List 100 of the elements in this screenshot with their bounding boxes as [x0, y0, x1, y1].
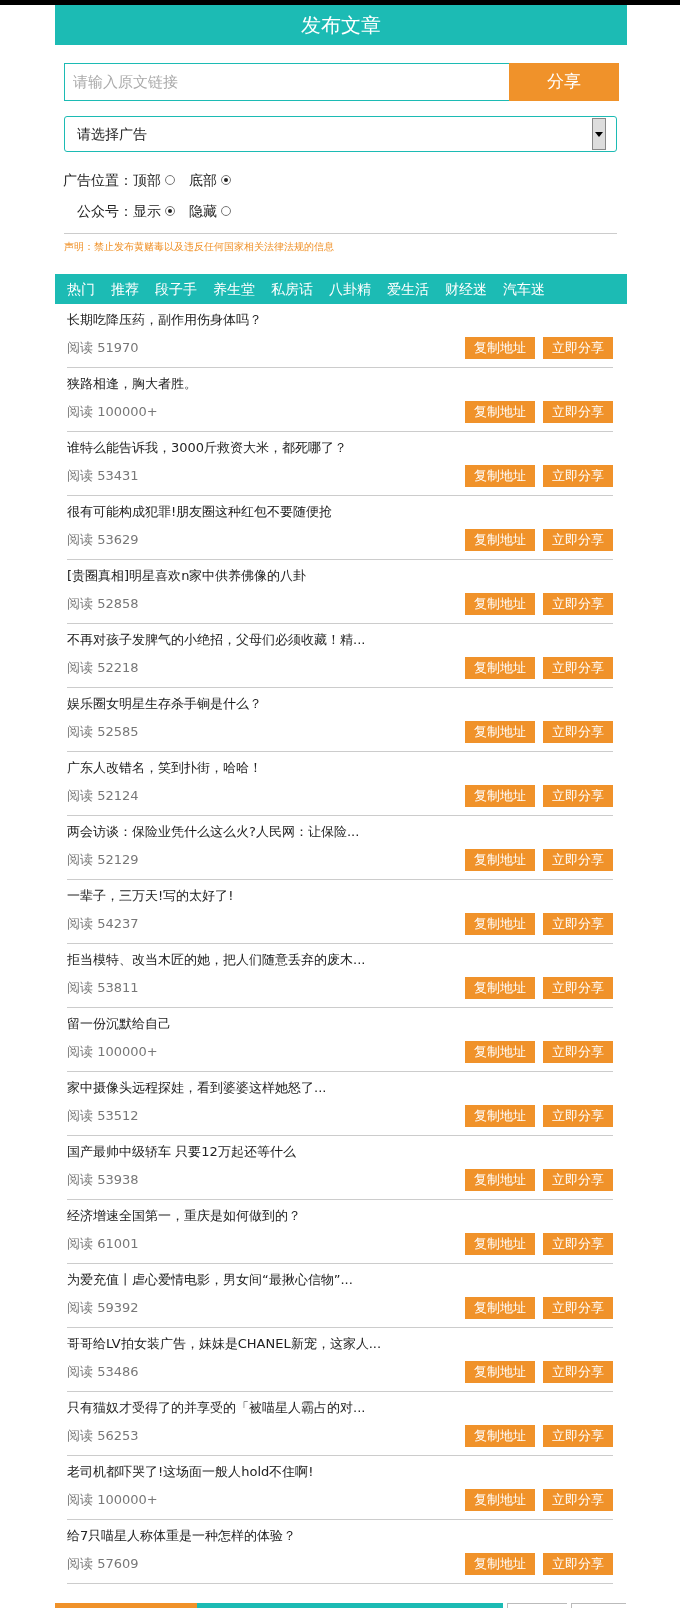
category-tab[interactable]: 汽车迷	[497, 278, 551, 300]
share-now-button[interactable]: 立即分享	[543, 913, 613, 935]
share-now-button[interactable]: 立即分享	[543, 977, 613, 999]
radio-button[interactable]	[165, 175, 175, 185]
read-count: 阅读 100000+	[67, 403, 159, 422]
article-title[interactable]: 两会访谈：保险业凭什么这么火?人民网：让保险...	[67, 822, 613, 842]
read-count: 阅读 53938	[67, 1171, 140, 1190]
article-title[interactable]: 经济增速全国第一，重庆是如何做到的？	[67, 1206, 613, 1226]
article-title[interactable]: 拒当模特、改当木匠的她，把人们随意丢弃的废木...	[67, 950, 613, 970]
share-now-button[interactable]: 立即分享	[543, 721, 613, 743]
category-tab[interactable]: 私房话	[265, 278, 319, 300]
article-title[interactable]: 谁特么能告诉我，3000斤救资大米，都死哪了？	[67, 438, 613, 458]
article-title[interactable]: 留一份沉默给自己	[67, 1014, 613, 1034]
radio-group-label: 公众号：	[77, 201, 133, 221]
copy-link-button[interactable]: 复制地址	[465, 913, 535, 935]
radio-group-label: 广告位置：	[63, 170, 133, 190]
bottom-nav-tab[interactable]	[507, 1603, 567, 1608]
ad-select-dropdown[interactable]: 请选择广告	[64, 116, 617, 152]
copy-link-button[interactable]: 复制地址	[465, 465, 535, 487]
article-title[interactable]: 很有可能构成犯罪!朋友圈这种红包不要随便抢	[67, 502, 613, 522]
copy-link-button[interactable]: 复制地址	[465, 849, 535, 871]
share-now-button[interactable]: 立即分享	[543, 465, 613, 487]
share-button[interactable]: 分享	[509, 63, 619, 101]
copy-link-button[interactable]: 复制地址	[465, 1361, 535, 1383]
category-tab[interactable]: 财经迷	[439, 278, 493, 300]
article-title[interactable]: 为爱充值丨虐心爱情电影，男女间“最揪心信物”...	[67, 1270, 613, 1290]
copy-link-button[interactable]: 复制地址	[465, 1297, 535, 1319]
copy-link-button[interactable]: 复制地址	[465, 977, 535, 999]
read-count: 阅读 61001	[67, 1235, 140, 1254]
read-count: 阅读 100000+	[67, 1043, 159, 1062]
share-now-button[interactable]: 立即分享	[543, 1169, 613, 1191]
share-now-button[interactable]: 立即分享	[543, 657, 613, 679]
radio-button[interactable]	[221, 206, 231, 216]
share-now-button[interactable]: 立即分享	[543, 529, 613, 551]
article-title[interactable]: 狭路相逢，胸大者胜。	[67, 374, 613, 394]
radio-button[interactable]	[165, 206, 175, 216]
read-count: 阅读 56253	[67, 1427, 140, 1446]
copy-link-button[interactable]: 复制地址	[465, 785, 535, 807]
read-count: 阅读 53811	[67, 979, 140, 998]
share-now-button[interactable]: 立即分享	[543, 1041, 613, 1063]
read-count: 阅读 59392	[67, 1299, 140, 1318]
article-title[interactable]: 广东人改错名，笑到扑街，哈哈！	[67, 758, 613, 778]
copy-link-button[interactable]: 复制地址	[465, 1041, 535, 1063]
read-count: 阅读 100000+	[67, 1491, 159, 1510]
radio-label: 底部	[189, 170, 217, 190]
category-tab[interactable]: 热门	[61, 278, 101, 300]
copy-link-button[interactable]: 复制地址	[465, 721, 535, 743]
copy-link-button[interactable]: 复制地址	[465, 1425, 535, 1447]
copy-link-button[interactable]: 复制地址	[465, 1105, 535, 1127]
article-title[interactable]: 老司机都吓哭了!这场面一般人hold不住啊!	[67, 1462, 613, 1482]
share-now-button[interactable]: 立即分享	[543, 1425, 613, 1447]
category-tab[interactable]: 段子手	[149, 278, 203, 300]
radio-label: 顶部	[133, 170, 161, 190]
share-now-button[interactable]: 立即分享	[543, 1105, 613, 1127]
article-title[interactable]: [贵圈真相]明星喜欢n家中供养佛像的八卦	[67, 566, 613, 586]
read-count: 阅读 52585	[67, 723, 140, 742]
share-now-button[interactable]: 立即分享	[543, 401, 613, 423]
article-title[interactable]: 国产最帅中级轿车 只要12万起还等什么	[67, 1142, 613, 1162]
share-now-button[interactable]: 立即分享	[543, 1233, 613, 1255]
article-title[interactable]: 一辈子，三万天!写的太好了!	[67, 886, 613, 906]
copy-link-button[interactable]: 复制地址	[465, 657, 535, 679]
category-tab[interactable]: 爱生活	[381, 278, 435, 300]
read-count: 阅读 52129	[67, 851, 140, 870]
category-tab[interactable]: 推荐	[105, 278, 145, 300]
article-title[interactable]: 哥哥给LV拍女装广告，妹妹是CHANEL新宠，这家人...	[67, 1334, 613, 1354]
share-now-button[interactable]: 立即分享	[543, 1489, 613, 1511]
share-now-button[interactable]: 立即分享	[543, 849, 613, 871]
radio-button[interactable]	[221, 175, 231, 185]
copy-link-button[interactable]: 复制地址	[465, 1553, 535, 1575]
read-count: 阅读 53431	[67, 467, 140, 486]
article-title[interactable]: 给7只喵星人称体重是一种怎样的体验？	[67, 1526, 613, 1546]
read-count: 阅读 57609	[67, 1555, 140, 1574]
read-count: 阅读 53512	[67, 1107, 140, 1126]
notice-text: 声明：禁止发布黄赌毒以及违反任何国家相关法律法规的信息	[64, 240, 335, 254]
article-title[interactable]: 娱乐圈女明星生存杀手锏是什么？	[67, 694, 613, 714]
share-now-button[interactable]: 立即分享	[543, 1553, 613, 1575]
article-title[interactable]: 家中摄像头远程探娃，看到婆婆这样她怒了...	[67, 1078, 613, 1098]
article-title[interactable]: 只有猫奴才受得了的并享受的「被喵星人霸占的对...	[67, 1398, 613, 1418]
copy-link-button[interactable]: 复制地址	[465, 337, 535, 359]
copy-link-button[interactable]: 复制地址	[465, 1169, 535, 1191]
share-now-button[interactable]: 立即分享	[543, 593, 613, 615]
copy-link-button[interactable]: 复制地址	[465, 593, 535, 615]
read-count: 阅读 51970	[67, 339, 140, 358]
share-now-button[interactable]: 立即分享	[543, 785, 613, 807]
copy-link-button[interactable]: 复制地址	[465, 1489, 535, 1511]
read-count: 阅读 53486	[67, 1363, 140, 1382]
share-now-button[interactable]: 立即分享	[543, 1361, 613, 1383]
category-tab[interactable]: 养生堂	[207, 278, 261, 300]
link-input-field[interactable]: 请输入原文链接	[64, 63, 509, 101]
radio-label: 隐藏	[189, 201, 217, 221]
share-now-button[interactable]: 立即分享	[543, 337, 613, 359]
copy-link-button[interactable]: 复制地址	[465, 1233, 535, 1255]
category-tab[interactable]: 八卦精	[323, 278, 377, 300]
article-title[interactable]: 长期吃降压药，副作用伤身体吗？	[67, 310, 613, 330]
read-count: 阅读 54237	[67, 915, 140, 934]
copy-link-button[interactable]: 复制地址	[465, 529, 535, 551]
bottom-nav-tab[interactable]	[571, 1603, 626, 1608]
copy-link-button[interactable]: 复制地址	[465, 401, 535, 423]
article-title[interactable]: 不再对孩子发脾气的小绝招，父母们必须收藏！精...	[67, 630, 613, 650]
share-now-button[interactable]: 立即分享	[543, 1297, 613, 1319]
